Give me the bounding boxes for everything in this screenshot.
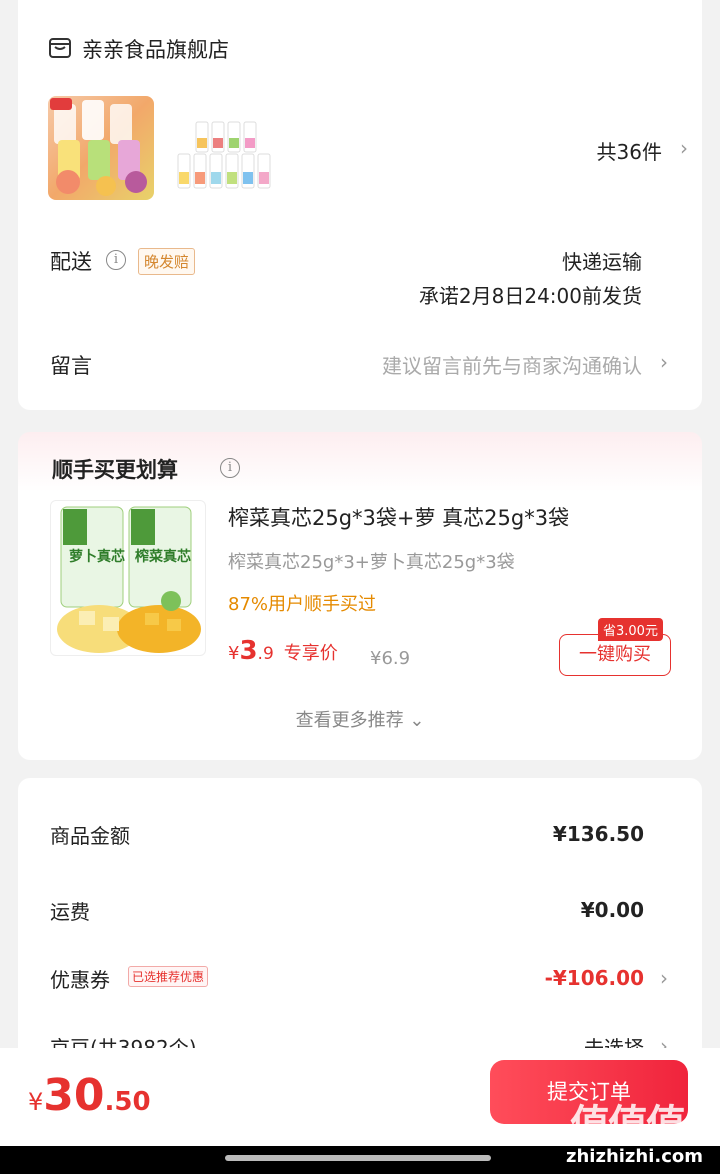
shop-icon xyxy=(49,38,71,58)
goods-amount-value: ¥136.50 xyxy=(552,822,644,846)
shipping-fee-value: ¥0.00 xyxy=(580,898,644,922)
price-integer: 3 xyxy=(239,636,258,666)
total-price: ¥30.50 xyxy=(28,1070,151,1121)
delivery-label: 配送 xyxy=(50,250,92,274)
promo-card: 顺手买更划算 i 萝卜真芯 榨菜真芯 榨菜真芯25g*3袋+萝 真芯25g*3袋… xyxy=(18,432,702,760)
more-recommendations-link[interactable]: 查看更多推荐 ⌄ xyxy=(18,706,702,732)
promo-price: ¥3.9 专享价 xyxy=(228,636,338,666)
chevron-right-icon[interactable]: › xyxy=(680,136,688,160)
promo-buy-rate: 87%用户顺手买过 xyxy=(228,594,377,615)
info-icon[interactable]: i xyxy=(220,458,240,478)
chevron-right-icon[interactable]: › xyxy=(660,966,668,990)
home-indicator[interactable] xyxy=(225,1155,491,1161)
price-currency: ¥ xyxy=(228,643,240,664)
price-decimal: .9 xyxy=(257,644,274,664)
watermark-logo: 值值值 xyxy=(570,1102,686,1148)
total-integer: 30 xyxy=(43,1070,105,1121)
message-input[interactable]: 建议留言前先与商家沟通确认 xyxy=(382,350,642,379)
promo-product-title[interactable]: 榨菜真芯25g*3袋+萝 真芯25g*3袋 xyxy=(228,502,569,532)
shipping-fee-label: 运费 xyxy=(50,900,90,924)
coupon-badge: 已选推荐优惠 xyxy=(128,966,209,987)
coupon-value[interactable]: -¥106.00 xyxy=(545,966,644,990)
item-count[interactable]: 共36件 xyxy=(597,136,662,165)
promo-product-subtitle: 榨菜真芯25g*3+萝卜真芯25g*3袋 xyxy=(228,552,515,573)
promo-product-image[interactable]: 萝卜真芯 榨菜真芯 xyxy=(50,500,206,656)
store-card: 亲亲食品旗舰店 共36件 › 配送 i 晚发赔 快递运输 承诺2月8日24:00… xyxy=(18,0,702,410)
svg-text:榨菜真芯: 榨菜真芯 xyxy=(134,548,191,565)
product-thumbnail[interactable] xyxy=(174,118,274,192)
promo-title: 顺手买更划算 xyxy=(52,458,178,482)
info-icon[interactable]: i xyxy=(106,250,126,270)
chevron-right-icon[interactable]: › xyxy=(660,350,668,374)
product-thumbnail[interactable] xyxy=(48,96,154,200)
shipping-promise: 承诺2月8日24:00前发货 xyxy=(418,284,642,308)
goods-amount-label: 商品金额 xyxy=(50,824,130,848)
message-label: 留言 xyxy=(50,354,92,378)
shipping-method: 快递运输 xyxy=(562,250,642,274)
coupon-label: 优惠券 xyxy=(50,968,110,992)
total-currency: ¥ xyxy=(28,1088,44,1116)
total-decimal: .50 xyxy=(104,1087,151,1117)
save-badge: 省3.00元 xyxy=(598,618,663,641)
original-price: ¥6.9 xyxy=(370,648,411,669)
watermark-url: zhizhizhi.com xyxy=(566,1146,704,1167)
late-compensation-badge: 晚发赔 xyxy=(138,248,196,275)
svg-text:萝卜真芯: 萝卜真芯 xyxy=(69,548,125,565)
store-name[interactable]: 亲亲食品旗舰店 xyxy=(82,34,229,64)
price-summary-card: 商品金额 ¥136.50 运费 ¥0.00 优惠券 已选推荐优惠 -¥106.0… xyxy=(18,778,702,1078)
exclusive-price-tag: 专享价 xyxy=(283,643,338,664)
